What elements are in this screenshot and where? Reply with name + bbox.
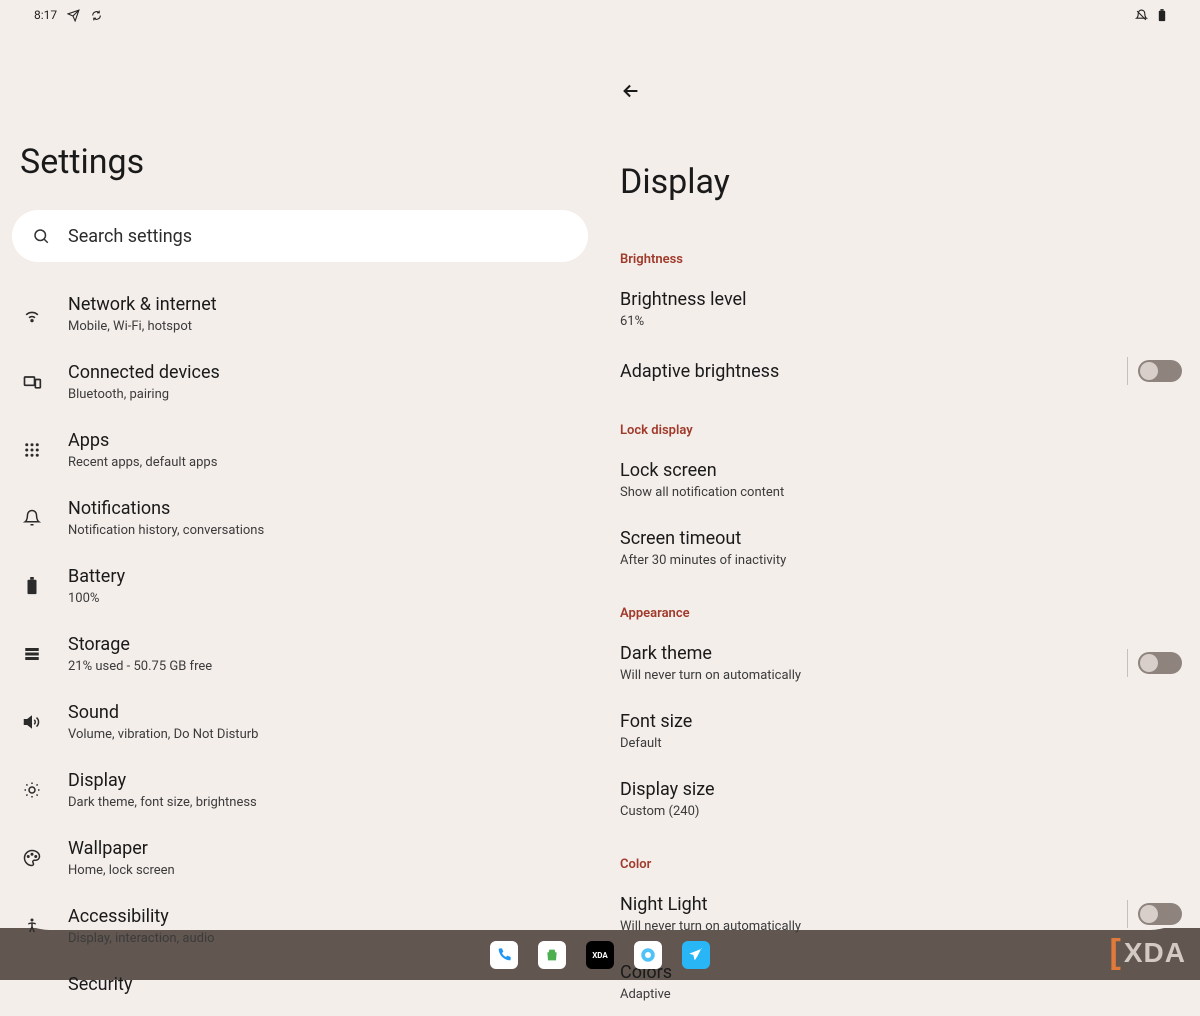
dark-theme-item[interactable]: Dark themeWill never turn on automatical… <box>600 629 1200 697</box>
dark-theme-toggle[interactable] <box>1127 649 1182 677</box>
section-appearance: Appearance <box>600 600 1200 629</box>
lock-screen-item[interactable]: Lock screenShow all notification content <box>600 446 1200 514</box>
adaptive-brightness-item[interactable]: Adaptive brightness <box>600 343 1200 399</box>
taskbar-app-telegram[interactable] <box>682 941 710 969</box>
search-input[interactable]: Search settings <box>12 210 588 262</box>
setting-item-connected-devices[interactable]: Connected devicesBluetooth, pairing <box>0 348 600 416</box>
battery-icon <box>20 577 44 595</box>
setting-item-wallpaper[interactable]: WallpaperHome, lock screen <box>0 824 600 892</box>
search-placeholder: Search settings <box>68 226 192 247</box>
brightness-icon <box>20 781 44 799</box>
settings-panel: Settings Search settings Network & inter… <box>0 24 600 930</box>
taskbar-app-store[interactable] <box>538 941 566 969</box>
settings-title: Settings <box>0 24 600 210</box>
status-time: 8:17 <box>34 8 57 22</box>
setting-item-apps[interactable]: AppsRecent apps, default apps <box>0 416 600 484</box>
sync-status-icon <box>90 9 103 22</box>
screen-timeout-item[interactable]: Screen timeoutAfter 30 minutes of inacti… <box>600 514 1200 582</box>
display-size-item[interactable]: Display sizeCustom (240) <box>600 765 1200 833</box>
section-color: Color <box>600 851 1200 880</box>
section-brightness: Brightness <box>600 246 1200 275</box>
font-size-item[interactable]: Font sizeDefault <box>600 697 1200 765</box>
status-bar: 8:17 <box>0 0 1200 24</box>
back-button[interactable] <box>600 24 1200 102</box>
devices-icon <box>20 372 44 392</box>
setting-item-battery[interactable]: Battery100% <box>0 552 600 620</box>
xda-watermark: [XDA <box>1110 933 1186 972</box>
taskbar-app-browser[interactable] <box>634 941 662 969</box>
setting-item-sound[interactable]: SoundVolume, vibration, Do Not Disturb <box>0 688 600 756</box>
apps-icon <box>20 441 44 459</box>
taskbar: XDA <box>0 930 1200 980</box>
taskbar-app-phone[interactable] <box>490 941 518 969</box>
taskbar-app-xda[interactable]: XDA <box>586 941 614 969</box>
setting-item-network[interactable]: Network & internetMobile, Wi-Fi, hotspot <box>0 280 600 348</box>
adaptive-brightness-toggle[interactable] <box>1127 357 1182 385</box>
setting-item-storage[interactable]: Storage21% used - 50.75 GB free <box>0 620 600 688</box>
battery-status-icon <box>1158 9 1166 22</box>
night-light-toggle[interactable] <box>1127 900 1182 928</box>
brightness-level-item[interactable]: Brightness level61% <box>600 275 1200 343</box>
storage-icon <box>20 645 44 663</box>
setting-item-notifications[interactable]: NotificationsNotification history, conve… <box>0 484 600 552</box>
wifi-icon <box>20 304 44 324</box>
section-lock-display: Lock display <box>600 417 1200 446</box>
display-title: Display <box>600 102 1200 246</box>
telegram-status-icon <box>67 9 80 22</box>
setting-item-display[interactable]: DisplayDark theme, font size, brightness <box>0 756 600 824</box>
dnd-off-icon <box>1135 9 1148 22</box>
display-panel: Display Brightness Brightness level61% A… <box>600 24 1200 930</box>
palette-icon <box>20 849 44 867</box>
search-icon <box>32 227 50 245</box>
sound-icon <box>20 713 44 731</box>
bell-icon <box>20 509 44 527</box>
